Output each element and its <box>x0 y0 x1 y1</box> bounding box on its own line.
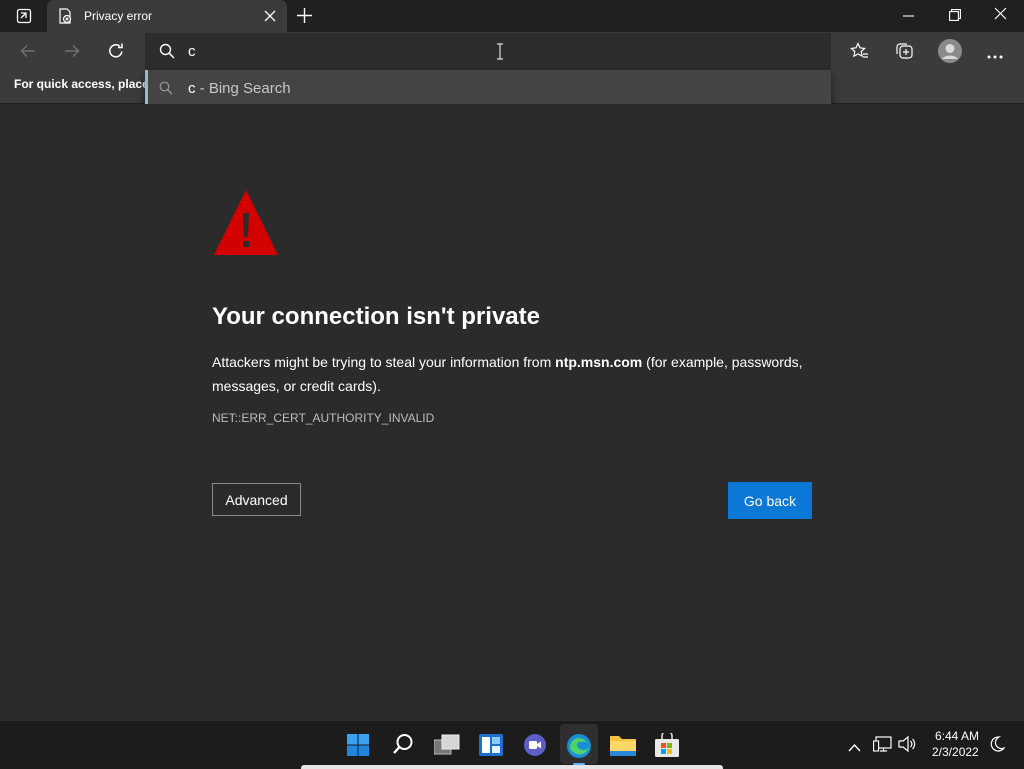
close-window-icon[interactable] <box>994 7 1007 25</box>
error-text-line2: messages, or credit cards). <box>212 378 381 394</box>
error-code: NET::ERR_CERT_AUTHORITY_INVALID <box>212 411 435 425</box>
file-explorer-icon[interactable] <box>610 734 636 761</box>
suggestion-item-bing-search[interactable]: c - Bing Search <box>148 70 831 106</box>
tab-actions-icon[interactable] <box>16 8 32 29</box>
suggestion-query: c <box>188 80 196 97</box>
collections-icon[interactable] <box>895 42 914 65</box>
more-options-icon[interactable] <box>986 47 1004 65</box>
clock-date[interactable]: 2/3/2022 <box>932 745 979 759</box>
advanced-button[interactable]: Advanced <box>212 483 301 516</box>
network-icon[interactable] <box>873 736 892 757</box>
search-icon <box>159 81 173 100</box>
volume-icon[interactable] <box>898 735 916 757</box>
new-tab-icon[interactable] <box>296 7 313 29</box>
start-icon[interactable] <box>347 734 369 761</box>
microsoft-store-icon[interactable] <box>654 730 680 762</box>
suggestion-suffix: - Bing Search <box>195 80 291 97</box>
search-icon <box>159 43 175 64</box>
favorites-bar-hint: For quick access, place y <box>14 77 159 91</box>
page-error-icon <box>57 8 73 29</box>
favorites-icon[interactable] <box>850 42 869 65</box>
teams-chat-icon[interactable] <box>523 733 547 762</box>
tab-privacy-error[interactable]: Privacy error <box>47 0 287 33</box>
address-bar[interactable]: c <box>145 33 831 70</box>
minimize-icon[interactable] <box>903 8 915 29</box>
back-icon[interactable] <box>19 42 37 65</box>
edge-icon[interactable] <box>566 733 592 766</box>
forward-icon[interactable] <box>63 42 81 65</box>
taskbar-edge-strip <box>301 765 723 769</box>
restore-icon[interactable] <box>949 8 961 26</box>
go-back-button[interactable]: Go back <box>728 482 812 519</box>
title-bar: Privacy error <box>0 0 1024 33</box>
error-text-suffix: (for example, passwords, <box>642 354 803 370</box>
close-tab-icon[interactable] <box>263 9 277 28</box>
error-description: Attackers might be trying to steal your … <box>212 350 832 398</box>
focus-assist-icon[interactable] <box>989 736 1006 757</box>
error-text-prefix: Attackers might be trying to steal your … <box>212 354 556 370</box>
task-view-icon[interactable] <box>433 734 460 761</box>
tab-title: Privacy error <box>84 9 153 23</box>
clock-time[interactable]: 6:44 AM <box>935 729 979 743</box>
search-icon[interactable] <box>392 733 414 760</box>
error-heading: Your connection isn't private <box>212 303 540 330</box>
suggestion-text: c - Bing Search <box>188 80 291 97</box>
address-input[interactable]: c <box>188 43 196 60</box>
error-page: Your connection isn't private Attackers … <box>0 104 1024 720</box>
error-host: ntp.msn.com <box>555 354 643 370</box>
text-cursor-icon <box>496 43 504 65</box>
taskbar: 6:44 AM 2/3/2022 <box>0 720 1024 769</box>
refresh-icon[interactable] <box>107 42 125 65</box>
warning-icon <box>212 188 280 263</box>
chevron-up-icon[interactable] <box>848 739 861 757</box>
profile-avatar[interactable] <box>938 39 962 68</box>
widgets-icon[interactable] <box>479 734 503 761</box>
